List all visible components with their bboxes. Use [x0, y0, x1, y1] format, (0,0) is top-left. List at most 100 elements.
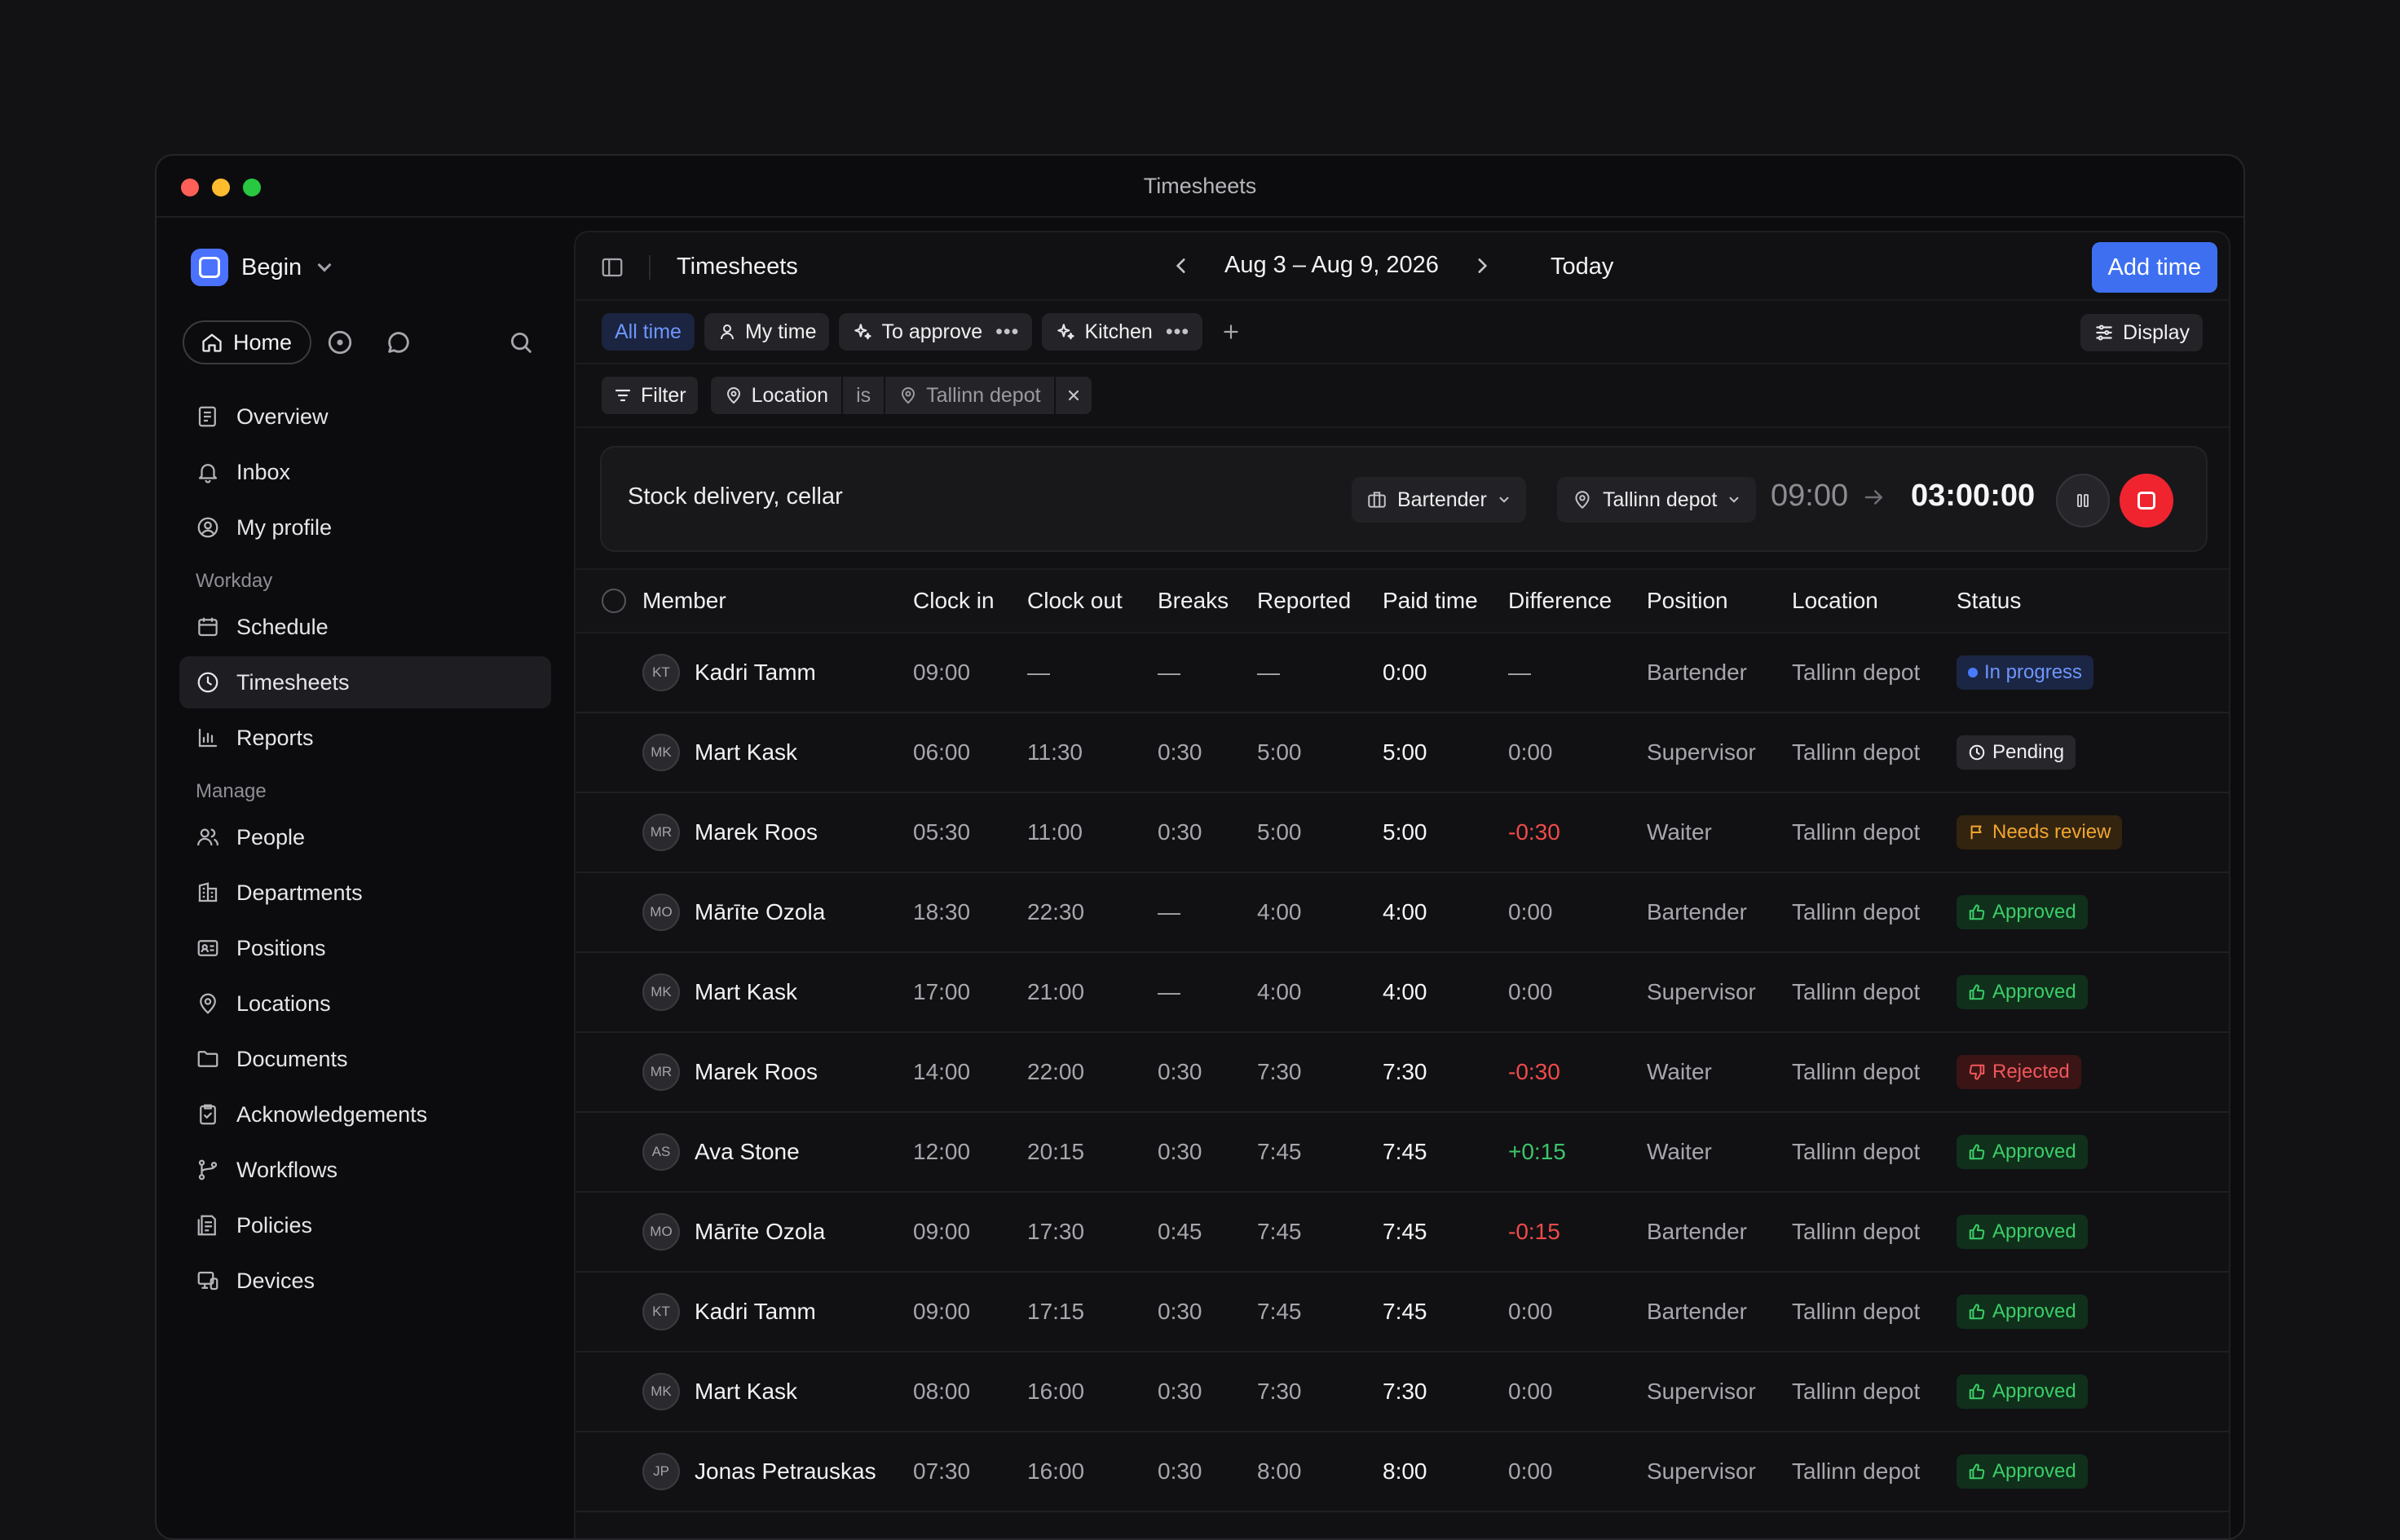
sidebar-item-documents[interactable]: Documents: [179, 1033, 551, 1085]
pause-button[interactable]: [2056, 474, 2110, 527]
member-name[interactable]: Marek Roos: [695, 819, 818, 845]
tab-to-approve[interactable]: To approve •••: [839, 313, 1033, 351]
sidebar-item-schedule[interactable]: Schedule: [179, 601, 551, 653]
status-badge[interactable]: Approved: [1957, 1135, 2088, 1169]
member-name[interactable]: Jonas Petrauskas: [695, 1458, 876, 1485]
sidebar-item-overview[interactable]: Overview: [179, 391, 551, 443]
table-row[interactable]: AS Ava Stone 12:00 20:15 0:30 7:45 7:45 +0:15 Wa…: [576, 1113, 2229, 1193]
activity-button[interactable]: [326, 329, 354, 360]
table-row[interactable]: KT Kadri Tamm 09:00 17:15 0:30 7:45 7:45 0:00 Ba…: [576, 1273, 2229, 1352]
clock-in-cell: 05:30: [913, 819, 971, 845]
date-range[interactable]: Aug 3 – Aug 9, 2026: [1224, 252, 1439, 279]
status-badge[interactable]: Rejected: [1957, 1055, 2081, 1089]
column-reported[interactable]: Reported: [1257, 588, 1383, 614]
sidebar-item-label: Reports: [236, 725, 314, 750]
sidebar-item-positions[interactable]: Positions: [179, 922, 551, 974]
status-badge[interactable]: Approved: [1957, 1295, 2088, 1329]
more-icon[interactable]: •••: [995, 320, 1019, 344]
sidebar-item-departments[interactable]: Departments: [179, 867, 551, 919]
table-row[interactable]: JP Jonas Petrauskas 07:30 16:00 0:30 8:00 8:00…: [576, 1432, 2229, 1512]
member-name[interactable]: Mārīte Ozola: [695, 899, 825, 925]
member-name[interactable]: Kadri Tamm: [695, 1299, 816, 1325]
table-row[interactable]: MR Marek Roos 14:00 22:00 0:30 7:30 7:30 -0:30 W…: [576, 1033, 2229, 1113]
member-name[interactable]: Mart Kask: [695, 979, 797, 1005]
add-view-button[interactable]: [1212, 313, 1250, 351]
column-status[interactable]: Status: [1957, 588, 2152, 614]
sidebar-item-devices[interactable]: Devices: [179, 1255, 551, 1307]
column-breaks[interactable]: Breaks: [1158, 588, 1257, 614]
filter-field[interactable]: Location: [710, 377, 842, 414]
table-row[interactable]: MO Mārīte Ozola 09:00 17:30 0:45 7:45 7:45 -0:1…: [576, 1193, 2229, 1273]
today-button[interactable]: Today: [1551, 254, 1613, 280]
sidebar-item-locations[interactable]: Locations: [179, 977, 551, 1030]
timer-description[interactable]: Stock delivery, cellar: [628, 483, 843, 510]
chevron-right-icon[interactable]: [1471, 255, 1493, 276]
search-button[interactable]: [507, 329, 535, 360]
column-member[interactable]: Member: [642, 588, 913, 614]
member-name[interactable]: Ava Stone: [695, 1139, 800, 1165]
sidebar-item-acknowledgements[interactable]: Acknowledgements: [179, 1088, 551, 1141]
member-name[interactable]: Mārīte Ozola: [695, 1219, 825, 1245]
position-cell: Supervisor: [1647, 739, 1756, 765]
clock-out-cell: 22:00: [1027, 1059, 1085, 1084]
status-badge[interactable]: Pending: [1957, 735, 2076, 770]
member-name[interactable]: Marek Roos: [695, 1059, 818, 1085]
toggle-sidebar-button[interactable]: [600, 255, 624, 284]
member-name[interactable]: Kadri Tamm: [695, 660, 816, 686]
status-label: Approved: [1992, 1380, 2076, 1402]
workspace-switcher[interactable]: Begin: [191, 249, 332, 286]
status-badge[interactable]: Approved: [1957, 1454, 2088, 1489]
timer-location-select[interactable]: Tallinn depot: [1557, 477, 1757, 523]
table-row[interactable]: MK Mart Kask 17:00 21:00 — 4:00 4:00 0:00 Superv…: [576, 953, 2229, 1033]
filter-button[interactable]: Filter: [602, 377, 698, 414]
member-name[interactable]: Mart Kask: [695, 1379, 797, 1405]
column-clock-out[interactable]: Clock out: [1027, 588, 1158, 614]
status-badge[interactable]: Approved: [1957, 1215, 2088, 1249]
member-cell: MK Mart Kask: [642, 1373, 913, 1410]
timer-position-select[interactable]: Bartender: [1352, 477, 1526, 523]
status-badge[interactable]: Approved: [1957, 895, 2088, 929]
display-label: Display: [2123, 320, 2190, 344]
sidebar-item-reports[interactable]: Reports: [179, 712, 551, 764]
page-title: Timesheets: [677, 254, 798, 280]
sidebar-item-people[interactable]: People: [179, 811, 551, 863]
tab-my-time[interactable]: My time: [704, 313, 830, 351]
sidebar-item-policies[interactable]: Policies: [179, 1199, 551, 1251]
status-badge[interactable]: In progress: [1957, 655, 2094, 690]
messages-button[interactable]: [385, 329, 412, 360]
tab-all-time[interactable]: All time: [602, 313, 695, 351]
filter-value[interactable]: Tallinn depot: [885, 377, 1054, 414]
table-row[interactable]: MK Mart Kask 06:00 11:30 0:30 5:00 5:00 0:00 Sup…: [576, 713, 2229, 793]
column-paid-time[interactable]: Paid time: [1383, 588, 1508, 614]
stop-button[interactable]: [2120, 474, 2173, 527]
select-all-checkbox[interactable]: [576, 589, 642, 613]
timer-start-time[interactable]: 09:00: [1771, 479, 1848, 514]
member-name[interactable]: Mart Kask: [695, 739, 797, 766]
filter-operator[interactable]: is: [843, 377, 885, 414]
sidebar-item-inbox[interactable]: Inbox: [179, 446, 551, 498]
status-badge[interactable]: Approved: [1957, 975, 2088, 1009]
table-row[interactable]: MK Mart Kask 08:00 16:00 0:30 7:30 7:30 0:00 Sup…: [576, 1352, 2229, 1432]
breaks-cell: —: [1158, 899, 1180, 924]
add-time-button[interactable]: Add time: [2091, 242, 2217, 293]
remove-filter-button[interactable]: [1055, 377, 1092, 414]
column-location[interactable]: Location: [1792, 588, 1957, 614]
chevron-left-icon[interactable]: [1171, 255, 1192, 276]
sidebar-item-my-profile[interactable]: My profile: [179, 501, 551, 554]
status-badge[interactable]: Needs review: [1957, 815, 2123, 849]
sidebar-item-timesheets[interactable]: Timesheets: [179, 656, 551, 708]
table-row[interactable]: MO Mārīte Ozola 18:30 22:30 — 4:00 4:00 0:00 Bar…: [576, 873, 2229, 953]
more-icon[interactable]: •••: [1166, 320, 1189, 344]
workspace-name: Begin: [241, 254, 302, 280]
table-row[interactable]: MR Marek Roos 05:30 11:00 0:30 5:00 5:00 -0:30 W…: [576, 793, 2229, 873]
status-badge[interactable]: Approved: [1957, 1375, 2088, 1409]
column-difference[interactable]: Difference: [1508, 588, 1647, 614]
column-position[interactable]: Position: [1647, 588, 1792, 614]
sidebar-item-workflows[interactable]: Workflows: [179, 1144, 551, 1196]
display-button[interactable]: Display: [2080, 314, 2203, 351]
tab-kitchen[interactable]: Kitchen •••: [1042, 313, 1203, 351]
thumbs-up-icon: [1969, 1383, 1985, 1400]
home-button[interactable]: Home: [183, 320, 312, 364]
table-row[interactable]: KT Kadri Tamm 09:00 — — — 0:00 — Bartender Tallin…: [576, 633, 2229, 713]
column-clock-in[interactable]: Clock in: [913, 588, 1027, 614]
